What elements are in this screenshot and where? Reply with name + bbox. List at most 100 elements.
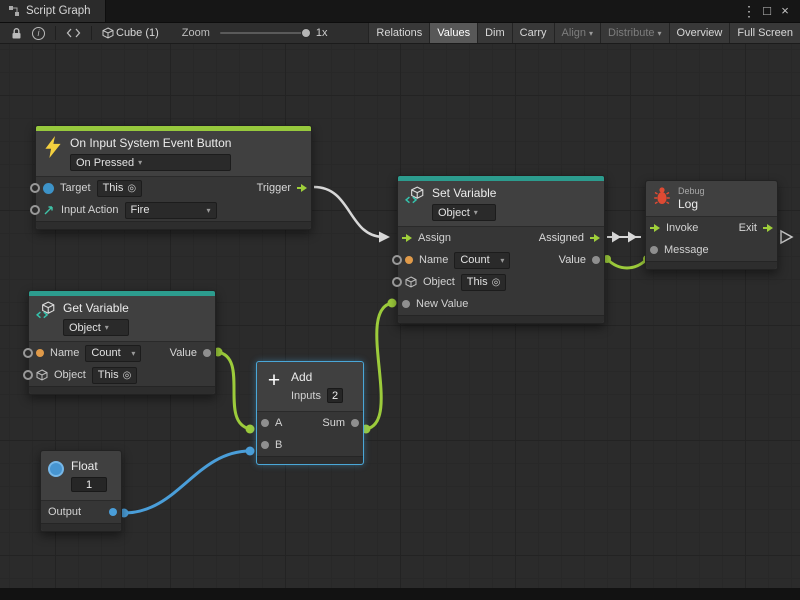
node-float[interactable]: Float 1 Output [40,450,122,532]
chevron-down-icon: ▾ [658,29,662,38]
row-invoke: Invoke Exit [646,217,777,239]
value-output-port[interactable] [592,256,600,264]
node-header: Float 1 [41,451,121,501]
zoom-slider-handle[interactable] [301,28,311,38]
value-label: Value [170,347,197,359]
object-port[interactable] [392,277,402,287]
sum-output-port[interactable] [351,419,359,427]
align-label: Align [562,27,586,39]
close-icon[interactable]: × [776,0,794,22]
cube-icon [36,369,48,381]
target-object-button[interactable]: Cube (1) [97,23,164,43]
trigger-label: Trigger [257,182,291,194]
name-port[interactable] [392,255,402,265]
message-input-port[interactable] [650,246,658,254]
node-footer [257,456,363,464]
node-header: Set Variable Object ▾ [398,181,604,227]
chevron-down-icon: ▾ [474,208,478,217]
chevron-down-icon: ▾ [131,349,135,358]
script-graph-window: Script Graph ⋮ □ × i C [0,0,800,600]
b-input-port[interactable] [261,441,269,449]
object-label: Object [54,369,86,381]
trigger-output-port[interactable] [297,183,307,193]
inputs-count-field[interactable]: 2 [327,388,343,403]
object-chip[interactable]: This ◎ [92,367,138,384]
row-name: Name Count ▾ Value [29,342,215,364]
node-set-variable[interactable]: Set Variable Object ▾ Assign Assigned Na… [397,175,605,324]
row-output: Output [41,501,121,523]
bottom-edge [0,588,800,600]
window-menu-icon[interactable]: ⋮ [740,0,758,22]
output-label: Output [48,506,81,518]
new-value-input-port[interactable] [402,300,410,308]
toolbar-separator [55,26,56,40]
add-icon: + [264,370,284,392]
output-port[interactable] [109,508,117,516]
object-port[interactable] [23,370,33,380]
node-on-input-system-event[interactable]: On Input System Event Button On Pressed … [35,125,312,230]
value-output-port[interactable] [203,349,211,357]
object-chip[interactable]: This ◎ [461,274,507,291]
zoom-value: 1x [316,27,328,39]
node-header: Debug Log [646,181,777,217]
string-type-icon [405,256,413,264]
float-icon [48,461,64,477]
code-icon [66,28,81,38]
assign-input-port[interactable] [402,233,412,243]
name-port[interactable] [23,348,33,358]
code-view-button[interactable] [61,23,86,43]
variable-scope-dropdown[interactable]: Object ▾ [432,204,496,221]
overview-button[interactable]: Overview [669,23,730,43]
zoom-label: Zoom [182,27,210,39]
tab-script-graph[interactable]: Script Graph [0,0,106,22]
input-action-value: Fire [131,204,150,216]
lock-button[interactable] [6,23,27,43]
assigned-label: Assigned [539,232,584,244]
variable-scope-dropdown[interactable]: Object ▾ [63,319,129,336]
row-object: Object This ◎ [29,364,215,386]
node-add[interactable]: + Add Inputs 2 A Sum B [256,361,364,465]
node-debug-log[interactable]: Debug Log Invoke Exit Message [645,180,778,270]
distribute-button[interactable]: Distribute ▾ [600,23,668,43]
variable-icon [405,186,425,206]
float-value-field[interactable]: 1 [71,477,107,492]
invoke-label: Invoke [666,222,698,234]
dim-button[interactable]: Dim [477,23,512,43]
variable-name-dropdown[interactable]: Count ▾ [454,252,510,269]
variable-name-dropdown[interactable]: Count ▾ [85,345,141,362]
node-category: Debug [678,186,705,196]
zoom-slider[interactable] [220,32,308,34]
relations-button[interactable]: Relations [368,23,429,43]
assigned-output-port[interactable] [590,233,600,243]
event-mode-dropdown[interactable]: On Pressed ▾ [70,154,231,171]
node-get-variable[interactable]: Get Variable Object ▾ Name Count ▾ Value [28,290,216,395]
a-input-port[interactable] [261,419,269,427]
invoke-input-port[interactable] [650,223,660,233]
node-footer [41,523,121,531]
input-action-dropdown[interactable]: Fire ▾ [125,202,217,219]
row-target: Target This ◎ Trigger [36,177,311,199]
row-assign: Assign Assigned [398,227,604,249]
title-bar: Script Graph ⋮ □ × [0,0,800,22]
row-a: A Sum [257,412,363,434]
target-object-chip[interactable]: This ◎ [97,180,143,197]
target-port[interactable] [30,183,40,193]
align-button[interactable]: Align ▾ [554,23,600,43]
node-header: On Input System Event Button On Pressed … [36,131,311,177]
fullscreen-button[interactable]: Full Screen [729,23,800,43]
node-title: Float [71,459,107,473]
target-icon: ◎ [127,183,136,194]
variable-name-value: Count [91,347,120,359]
message-label: Message [664,244,709,256]
lightning-icon [43,136,63,158]
input-action-icon [43,204,55,216]
carry-button[interactable]: Carry [512,23,554,43]
object-label: Object [423,276,455,288]
input-action-port[interactable] [30,205,40,215]
values-button[interactable]: Values [429,23,477,43]
this-label: This [98,369,119,381]
target-icon: ◎ [492,277,501,288]
maximize-icon[interactable]: □ [758,0,776,22]
inspect-button[interactable]: i [27,23,50,43]
exit-output-port[interactable] [763,223,773,233]
